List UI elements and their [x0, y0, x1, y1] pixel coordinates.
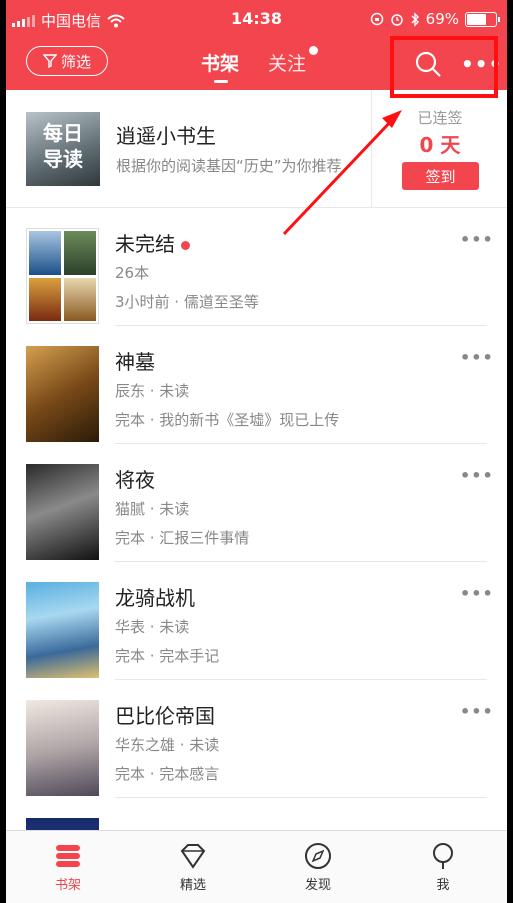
nav-featured[interactable]: 精选 [148, 841, 238, 893]
bookshelf-icon [56, 845, 80, 867]
nav-profile[interactable]: 我 [398, 841, 488, 893]
annotation-arrow [282, 110, 402, 236]
nav-label: 精选 [179, 878, 206, 893]
compass-icon [305, 843, 331, 869]
app-frame: 中国电信 14:38 69% 筛选 书架 关注 ••• 每日 导读 逍遥小书生 根… [6, 0, 507, 903]
bottom-nav: 书架 精选 发现 我 [6, 830, 507, 903]
nav-label: 我 [436, 878, 450, 893]
nav-label: 发现 [304, 878, 331, 893]
profile-icon [433, 843, 453, 869]
nav-discover[interactable]: 发现 [273, 841, 363, 893]
nav-label: 书架 [54, 878, 81, 893]
nav-bookshelf[interactable]: 书架 [23, 841, 113, 893]
diamond-icon [180, 844, 206, 869]
